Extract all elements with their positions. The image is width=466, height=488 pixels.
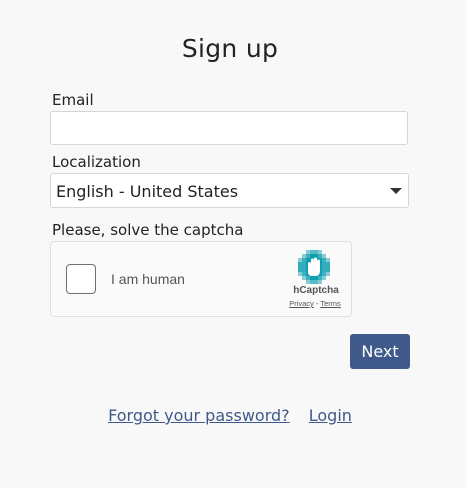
- next-button[interactable]: Next: [350, 334, 410, 369]
- login-link[interactable]: Login: [309, 406, 352, 425]
- terms-link[interactable]: Terms: [320, 299, 340, 308]
- captcha-checkbox-label: I am human: [111, 271, 185, 287]
- captcha-checkbox[interactable]: [66, 264, 96, 294]
- footer-links: Forgot your password? Login: [0, 406, 460, 425]
- captcha-widget: I am human hCaptcha Privacy - Terms: [50, 241, 352, 317]
- page-title: Sign up: [181, 34, 279, 63]
- forgot-password-link[interactable]: Forgot your password?: [108, 406, 290, 425]
- hcaptcha-links: Privacy - Terms: [285, 299, 345, 308]
- localization-label: Localization: [52, 153, 141, 171]
- hcaptcha-brand: hCaptcha: [293, 285, 339, 296]
- chevron-down-icon: [390, 188, 402, 194]
- captcha-label: Please, solve the captcha: [52, 221, 244, 239]
- hcaptcha-logo-icon: [298, 250, 330, 284]
- localization-select-value: English - United States: [56, 182, 239, 201]
- email-input[interactable]: [50, 111, 408, 145]
- email-label: Email: [52, 91, 94, 109]
- localization-select[interactable]: English - United States: [50, 173, 409, 208]
- privacy-link[interactable]: Privacy: [289, 299, 314, 308]
